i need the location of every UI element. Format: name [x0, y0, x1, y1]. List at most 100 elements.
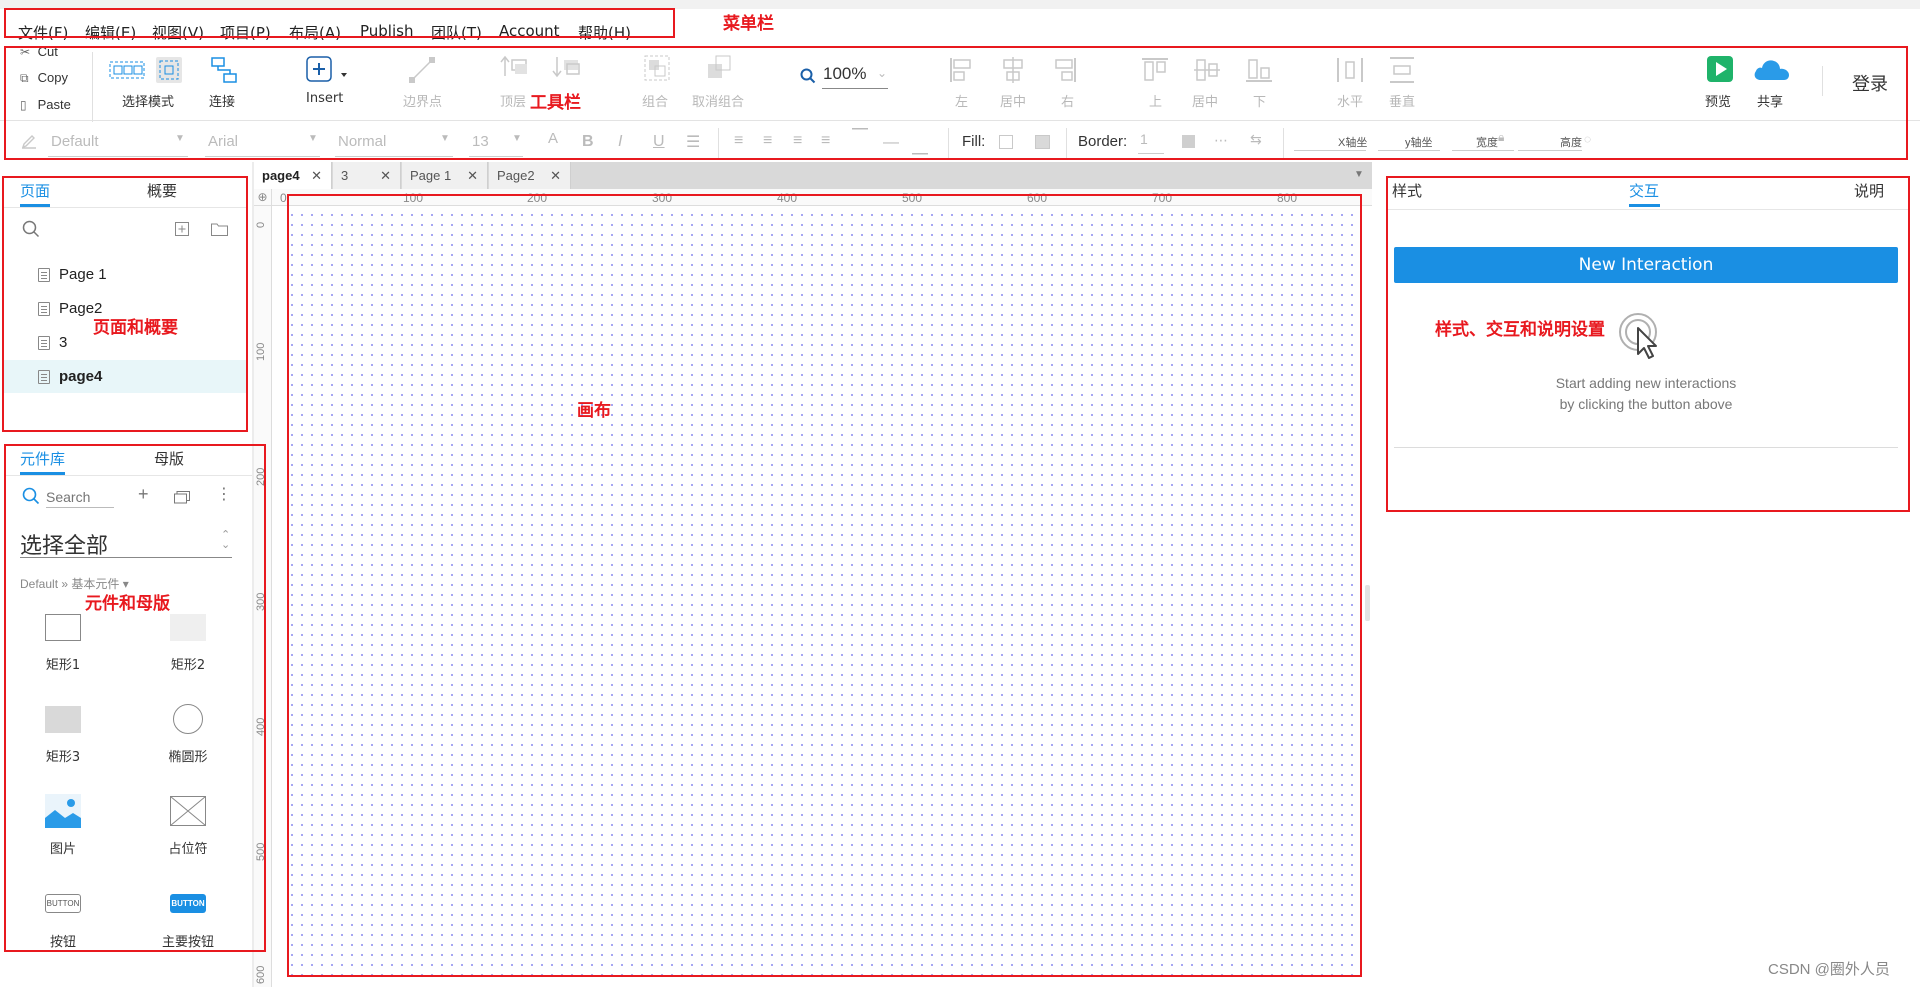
canvas-grid[interactable]: [287, 210, 1362, 975]
widget-rectangle-3[interactable]: 矩形3: [13, 702, 113, 765]
library-pages-icon[interactable]: [174, 490, 192, 504]
valign-top-icon[interactable]: ⎺: [852, 128, 868, 146]
menu-publish[interactable]: Publish: [360, 22, 413, 40]
paste-button[interactable]: ▯ Paste: [20, 97, 71, 112]
border-underline: [1138, 153, 1164, 154]
right-panel-resize-handle[interactable]: [1365, 585, 1370, 621]
document-tab[interactable]: 3 ✕: [333, 162, 401, 189]
zoom-underline: [822, 88, 888, 89]
add-page-icon[interactable]: [175, 222, 189, 236]
image-icon: [45, 794, 81, 828]
annotation-label-inspector: 样式、交互和说明设置: [1435, 320, 1605, 340]
tab-interactions[interactable]: 交互: [1629, 180, 1659, 201]
fill-color-swatch[interactable]: [999, 135, 1013, 149]
menu-help[interactable]: 帮助(H): [578, 22, 631, 43]
style-underline: [48, 156, 188, 157]
widget-rectangle-2[interactable]: 矩形2: [138, 610, 238, 673]
insert-label: Insert: [306, 91, 344, 106]
folder-icon[interactable]: [211, 222, 228, 236]
ruler-tick-label: 500: [902, 191, 923, 205]
document-tab-label: 3: [341, 168, 349, 183]
widget-primary-button[interactable]: BUTTON 主要按钮: [138, 887, 238, 950]
tab-library[interactable]: 元件库: [20, 448, 65, 469]
valign-middle-icon[interactable]: —: [883, 134, 899, 152]
connect-label: 连接: [209, 95, 236, 110]
lock-icon[interactable]: 🔒︎: [1498, 130, 1504, 145]
ruler-tick-label: 800: [1277, 191, 1298, 205]
valign-bottom-icon[interactable]: ⎽: [912, 138, 928, 156]
font-select[interactable]: Arial: [208, 133, 238, 150]
close-icon[interactable]: ✕: [380, 168, 391, 184]
tab-masters[interactable]: 母版: [154, 448, 184, 469]
menu-layout[interactable]: 布局(A): [289, 22, 341, 43]
close-icon[interactable]: ✕: [311, 168, 322, 184]
font-underline: [205, 156, 320, 157]
menu-project[interactable]: 项目(P): [220, 22, 271, 43]
font-color-icon[interactable]: A: [548, 130, 558, 147]
menu-view[interactable]: 视图(V): [152, 22, 204, 43]
menu-team[interactable]: 团队(T): [431, 22, 482, 43]
align-text-center-icon[interactable]: ≡: [763, 132, 772, 150]
bold-icon[interactable]: B: [582, 133, 594, 151]
x-coordinate-input[interactable]: X轴坐: [1338, 134, 1367, 150]
width-input[interactable]: 宽度: [1476, 134, 1498, 150]
border-width-input[interactable]: 1: [1140, 131, 1148, 147]
border-style-icon[interactable]: ⋯: [1214, 132, 1228, 149]
more-options-icon[interactable]: ⋮: [216, 484, 232, 504]
widget-placeholder[interactable]: 占位符: [138, 794, 238, 857]
library-search-input[interactable]: [46, 486, 114, 508]
tab-overflow-chevron-icon[interactable]: ▼: [1354, 169, 1364, 180]
italic-icon[interactable]: I: [618, 133, 622, 151]
widget-image[interactable]: 图片: [13, 794, 113, 857]
cut-button[interactable]: ✂ Cut: [20, 44, 58, 59]
font-weight-select[interactable]: Normal: [338, 133, 386, 150]
align-text-left-icon[interactable]: ≡: [734, 132, 743, 150]
align-text-justify-icon[interactable]: ≡: [821, 132, 830, 150]
new-interaction-button[interactable]: New Interaction: [1394, 247, 1898, 283]
align-middle-label: 居中: [1192, 95, 1219, 110]
bullet-list-icon[interactable]: ☰: [686, 132, 700, 152]
ruler-tick-label: 100: [255, 342, 267, 361]
arrow-style-icon[interactable]: ⇆: [1250, 131, 1262, 148]
y-coordinate-input[interactable]: y轴坐: [1405, 134, 1433, 150]
ruler-origin-icon[interactable]: ⊕: [254, 189, 272, 206]
menu-account[interactable]: Account: [499, 22, 560, 40]
search-icon[interactable]: [22, 220, 40, 238]
document-tab[interactable]: Page2 ✕: [489, 162, 571, 189]
eye-icon[interactable]: ◌: [1584, 132, 1591, 146]
page-item-selected[interactable]: page4: [4, 360, 246, 393]
align-right-icon: [1055, 58, 1076, 82]
menu-edit[interactable]: 编辑(E): [85, 22, 136, 43]
chevron-down-icon: [341, 73, 347, 77]
document-tab-label: Page2: [497, 168, 535, 183]
copy-button[interactable]: ⧉ Copy: [20, 70, 68, 86]
document-tab[interactable]: page4 ✕: [254, 162, 332, 189]
border-color-swatch[interactable]: [1182, 135, 1195, 148]
widget-rectangle-1[interactable]: 矩形1: [13, 610, 113, 673]
tab-outline[interactable]: 概要: [147, 180, 177, 201]
font-size-select[interactable]: 13: [472, 133, 489, 150]
widget-ellipse[interactable]: 椭圆形: [138, 702, 238, 765]
style-select[interactable]: Default: [51, 133, 99, 150]
ruler-tick-label: 600: [1027, 191, 1048, 205]
page-item[interactable]: Page 1: [4, 258, 246, 291]
widget-button[interactable]: BUTTON 按钮: [13, 887, 113, 950]
tab-notes[interactable]: 说明: [1854, 180, 1884, 201]
underline-icon[interactable]: U: [653, 133, 665, 151]
chevron-down-icon: ⌄: [877, 66, 888, 80]
tab-pages[interactable]: 页面: [20, 180, 50, 201]
menu-file[interactable]: 文件(F): [18, 22, 68, 43]
height-input[interactable]: 高度: [1560, 134, 1582, 150]
document-tab[interactable]: Page 1 ✕: [402, 162, 488, 189]
add-library-icon[interactable]: +: [138, 484, 149, 505]
tab-style[interactable]: 样式: [1392, 180, 1422, 201]
align-text-right-icon[interactable]: ≡: [793, 132, 802, 150]
distribute-v-label: 垂直: [1389, 95, 1416, 110]
align-bottom-label: 下: [1253, 95, 1267, 110]
login-button[interactable]: 登录: [1852, 70, 1888, 96]
fill-shadow-icon[interactable]: [1035, 135, 1050, 149]
close-icon[interactable]: ✕: [550, 168, 561, 184]
toolbar-divider: [1066, 128, 1067, 158]
close-icon[interactable]: ✕: [467, 168, 478, 184]
panel-divider: [1386, 209, 1910, 210]
